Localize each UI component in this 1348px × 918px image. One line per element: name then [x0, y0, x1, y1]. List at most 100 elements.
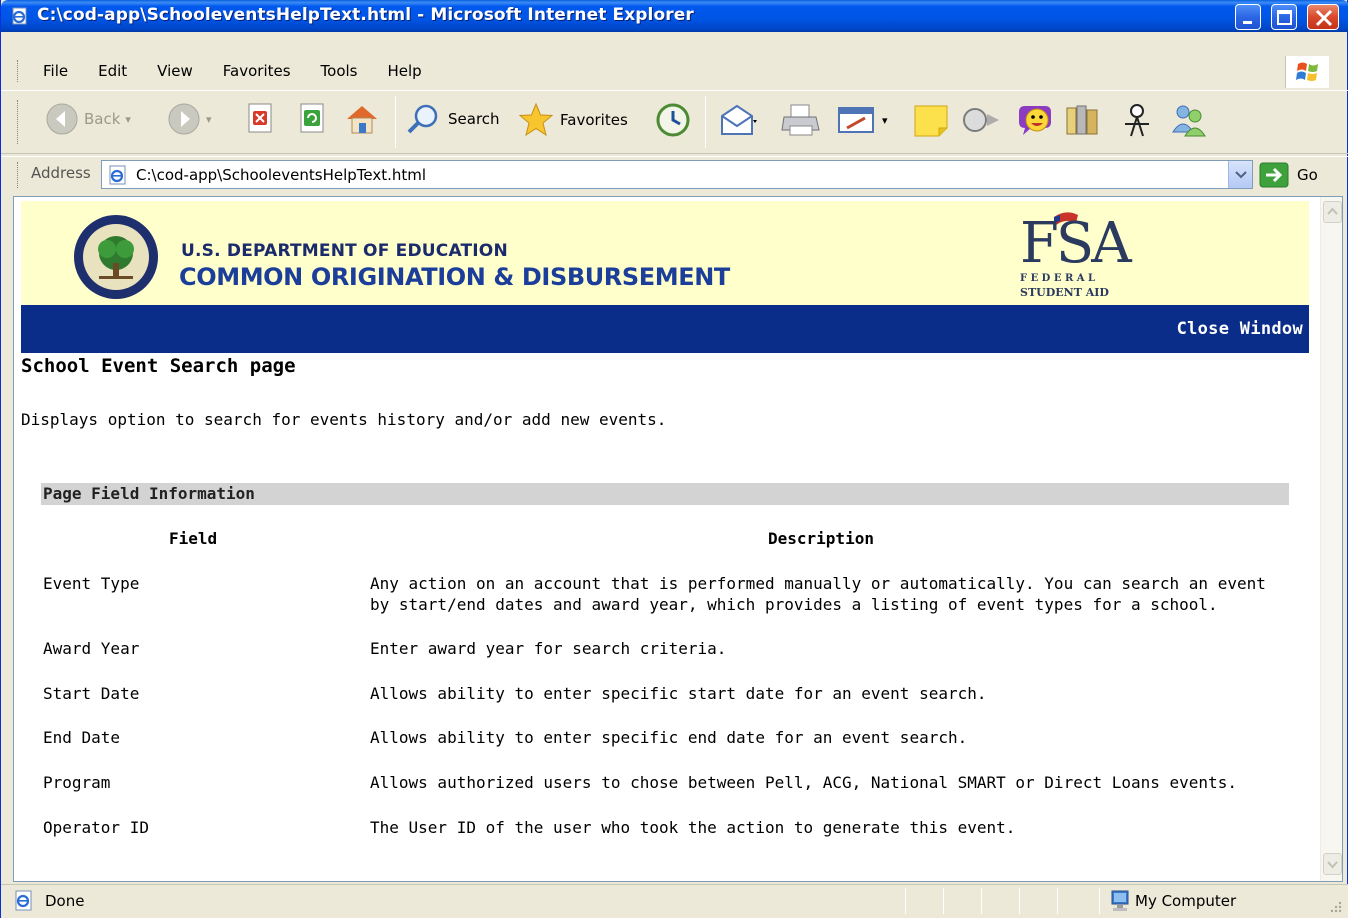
favorites-star-icon — [518, 102, 554, 137]
header-banner: U.S. DEPARTMENT OF EDUCATION COMMON ORIG… — [21, 201, 1309, 305]
back-label: Back — [84, 110, 121, 128]
status-divider — [1057, 888, 1058, 914]
chevron-down-icon — [1327, 861, 1338, 869]
history-icon — [656, 103, 690, 137]
my-computer-icon — [1111, 890, 1129, 911]
minimize-icon — [1243, 21, 1252, 24]
chevron-down-icon — [1235, 171, 1247, 179]
menu-view[interactable]: View — [139, 60, 205, 82]
go-label: Go — [1297, 166, 1318, 184]
browser-window: C:\cod-app\SchooleventsHelpText.html - M… — [0, 0, 1348, 918]
favorites-button[interactable]: Favorites — [517, 102, 628, 138]
address-dropdown-button[interactable] — [1228, 161, 1252, 188]
contacts-button[interactable] — [1117, 102, 1157, 138]
address-url: C:\cod-app\SchooleventsHelpText.html — [136, 166, 427, 184]
scroll-down-button[interactable] — [1323, 853, 1342, 875]
people-button[interactable] — [1169, 102, 1209, 138]
address-input[interactable]: C:\cod-app\SchooleventsHelpText.html — [101, 160, 1253, 189]
close-window-link[interactable]: Close Window — [1177, 319, 1303, 339]
nav-band: Close Window — [21, 305, 1309, 353]
title-bar[interactable]: C:\cod-app\SchooleventsHelpText.html - M… — [1, 0, 1348, 32]
page-done-icon — [15, 890, 32, 911]
menu-edit[interactable]: Edit — [80, 60, 139, 82]
edit-dropdown-icon[interactable]: ▾ — [882, 114, 888, 127]
search-button[interactable]: Search — [405, 102, 500, 136]
windows-flag-icon — [1296, 62, 1318, 81]
window-title: C:\cod-app\SchooleventsHelpText.html - M… — [37, 5, 694, 25]
search-label: Search — [448, 110, 500, 128]
notes-button[interactable] — [913, 102, 949, 138]
page-title: School Event Search page — [21, 355, 296, 377]
messenger-button[interactable] — [1015, 102, 1055, 138]
close-icon — [1315, 9, 1333, 27]
field-name: Event Type — [43, 574, 140, 593]
go-button[interactable]: Go — [1259, 162, 1318, 188]
menubar-grip[interactable] — [17, 60, 20, 82]
page-viewport[interactable]: U.S. DEPARTMENT OF EDUCATION COMMON ORIG… — [13, 196, 1343, 882]
close-button[interactable] — [1307, 4, 1339, 30]
forward-arrow-icon — [168, 103, 200, 135]
minimize-button[interactable] — [1235, 4, 1261, 30]
field-description: Enter award year for search criteria. — [370, 639, 727, 658]
toolbar-separator — [705, 96, 706, 148]
back-dropdown-icon[interactable]: ▾ — [125, 113, 131, 126]
status-text: Done — [45, 892, 85, 910]
stop-icon — [248, 103, 272, 133]
field-name: End Date — [43, 728, 121, 747]
toolbar-grip[interactable] — [17, 100, 20, 144]
people-icon — [1172, 105, 1206, 137]
department-seal-logo — [74, 215, 158, 299]
menu-file[interactable]: File — [23, 60, 80, 82]
toolbar-separator — [395, 96, 396, 148]
mail-icon — [721, 104, 757, 135]
go-arrow-icon — [1259, 162, 1289, 188]
vertical-scrollbar[interactable] — [1320, 197, 1342, 881]
history-button[interactable] — [655, 102, 691, 138]
addressbar-grip[interactable] — [17, 162, 20, 188]
ie-page-icon — [12, 7, 27, 25]
print-button[interactable] — [781, 102, 821, 138]
edit-button[interactable]: ▾ — [837, 102, 888, 138]
status-divider — [1099, 888, 1100, 914]
stop-button[interactable] — [245, 102, 275, 134]
menu-bar: File Edit View Favorites Tools Help — [23, 60, 434, 82]
home-button[interactable] — [343, 102, 381, 136]
sticky-note-icon — [914, 105, 948, 137]
mail-button[interactable] — [719, 102, 759, 138]
edit-page-icon — [838, 107, 874, 133]
media-books-icon — [1066, 105, 1098, 135]
security-zone: My Computer — [1135, 892, 1237, 910]
field-description: Allows ability to enter specific start d… — [370, 684, 987, 703]
fsa-federal: F E D E R A L — [1020, 273, 1096, 284]
maximize-icon — [1277, 10, 1292, 25]
search-icon — [407, 104, 438, 134]
media-button[interactable] — [1063, 102, 1103, 138]
scroll-up-button[interactable] — [1323, 201, 1342, 223]
menu-help[interactable]: Help — [370, 60, 434, 82]
menu-favorites[interactable]: Favorites — [205, 60, 303, 82]
fsa-student-aid: STUDENT AID — [1020, 286, 1109, 299]
forward-dropdown-icon[interactable]: ▾ — [206, 113, 212, 126]
maximize-button[interactable] — [1271, 4, 1297, 30]
fsa-logo: FSA F E D E R A L STUDENT AID — [1016, 205, 1136, 303]
field-name: Program — [43, 773, 111, 792]
column-header-field: Field — [169, 529, 218, 548]
field-name: Start Date — [43, 684, 140, 703]
chevron-up-icon — [1327, 207, 1338, 215]
status-divider — [981, 888, 982, 914]
person-outline-icon — [1125, 104, 1149, 137]
field-description: Allows ability to enter specific end dat… — [370, 728, 968, 747]
status-divider — [943, 888, 944, 914]
field-name: Operator ID — [43, 818, 149, 837]
forward-button[interactable]: ▾ — [167, 102, 212, 136]
resize-grip-icon[interactable] — [1327, 898, 1343, 914]
section-header: Page Field Information — [41, 483, 1289, 505]
refresh-button[interactable] — [297, 102, 327, 134]
favorites-label: Favorites — [560, 111, 628, 129]
field-name: Award Year — [43, 639, 140, 658]
menu-tools[interactable]: Tools — [303, 60, 370, 82]
refresh-icon — [300, 103, 324, 133]
printer-icon — [781, 104, 820, 136]
research-button[interactable] — [961, 102, 1001, 138]
back-button[interactable]: Back ▾ — [45, 102, 131, 136]
